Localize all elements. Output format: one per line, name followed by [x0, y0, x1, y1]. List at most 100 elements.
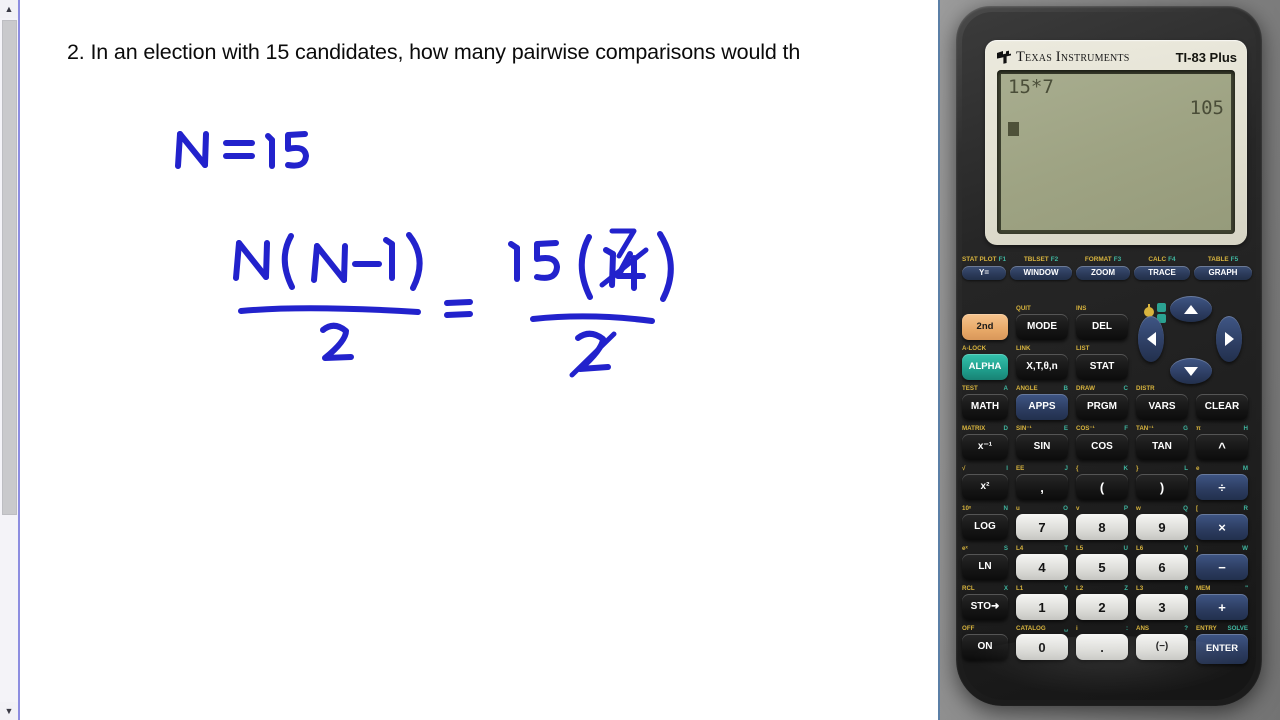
key-vars[interactable]: VARS: [1136, 394, 1188, 420]
key-log[interactable]: LOG: [962, 514, 1008, 540]
key-sin[interactable]: SIN: [1016, 434, 1068, 460]
handwriting-formula-numerator: [233, 232, 423, 291]
key-x[interactable]: x⁻¹: [962, 434, 1008, 460]
key-group-cos: COS⁻¹ F COS: [1076, 424, 1128, 460]
arrow-left-key[interactable]: [1138, 316, 1164, 362]
fkey-secondary-label: STAT PLOT F1: [962, 256, 1007, 263]
key-key[interactable]: ,: [1016, 474, 1068, 500]
key-mode[interactable]: MODE: [1016, 314, 1068, 340]
key-sto[interactable]: STO➜: [962, 594, 1008, 620]
calculator-screen[interactable]: 15*7 105: [1001, 74, 1231, 230]
key-enter[interactable]: ENTER: [1196, 634, 1248, 664]
key-secondary-label: L2 Z: [1076, 585, 1128, 592]
key-1[interactable]: 1: [1016, 594, 1068, 620]
key-secondary-label: ENTRY SOLVE: [1196, 625, 1248, 632]
key-9[interactable]: 9: [1136, 514, 1188, 540]
key-secondary-label: LIST: [1076, 345, 1090, 352]
key-secondary-label: L1 Y: [1016, 585, 1068, 592]
key-group-ln: eˣ S LN: [962, 544, 1008, 580]
key-3[interactable]: 3: [1136, 594, 1188, 620]
fkey-group-window: TBLSET F2 WINDOW: [1010, 256, 1072, 280]
scroll-up-icon[interactable]: ▲: [0, 0, 18, 18]
key-alpha[interactable]: ALPHA: [962, 354, 1008, 380]
key-secondary-label: {K: [1076, 465, 1128, 472]
key-stat[interactable]: STAT: [1076, 354, 1128, 380]
key-key[interactable]: −: [1196, 554, 1248, 580]
key-clear[interactable]: CLEAR: [1196, 394, 1248, 420]
fkey-secondary-label: TBLSET F2: [1023, 256, 1059, 263]
arrow-up-key[interactable]: [1170, 296, 1212, 322]
key-group-sin: SIN⁻¹ E SIN: [1016, 424, 1068, 460]
key-tan[interactable]: TAN: [1136, 434, 1188, 460]
key-secondary-label: MATRIX D: [962, 425, 1008, 432]
fkey-group-graph: TABLE F5 GRAPH: [1194, 256, 1252, 280]
fkey-button-graph[interactable]: GRAPH: [1194, 266, 1252, 280]
handwriting-given: [175, 131, 309, 169]
key-key[interactable]: ×: [1196, 514, 1248, 540]
key-ln[interactable]: LN: [962, 554, 1008, 580]
key-group-9: wQ 9: [1136, 504, 1188, 540]
key-key[interactable]: ÷: [1196, 474, 1248, 500]
screen-entry-line: 15*7: [1008, 76, 1054, 98]
key-group-3: L3 θ 3: [1136, 584, 1188, 620]
arrow-down-key[interactable]: [1170, 358, 1212, 384]
key-2[interactable]: 2: [1076, 594, 1128, 620]
key-group-del: INS DEL: [1076, 304, 1128, 340]
key-secondary-label: OFF: [962, 625, 975, 632]
key-on[interactable]: ON: [962, 634, 1008, 660]
key-secondary-label: TAN⁻¹ G: [1136, 425, 1188, 432]
key-group-key: MEM " +: [1196, 584, 1248, 620]
key-8[interactable]: 8: [1076, 514, 1128, 540]
handwriting-fraction-bar-left: [238, 305, 421, 315]
key-secondary-label: πH: [1196, 425, 1248, 432]
key-group-xtn: LINK X,T,θ,n: [1016, 344, 1068, 380]
key-math[interactable]: MATH: [962, 394, 1008, 420]
key-secondary-label: √ I: [962, 465, 1008, 472]
key-group-key: e M ÷: [1196, 464, 1248, 500]
key-key[interactable]: ): [1136, 474, 1188, 500]
key-5[interactable]: 5: [1076, 554, 1128, 580]
key-group-7: uO 7: [1016, 504, 1068, 540]
scroll-down-icon[interactable]: ▼: [0, 702, 18, 720]
key-6[interactable]: 6: [1136, 554, 1188, 580]
key-group-enter: ENTRY SOLVE ENTER: [1196, 624, 1248, 664]
key-key[interactable]: .: [1076, 634, 1128, 660]
key-group-key: ANS? (−): [1136, 624, 1188, 660]
key-4[interactable]: 4: [1016, 554, 1068, 580]
key-xtn[interactable]: X,T,θ,n: [1016, 354, 1068, 380]
arrow-right-key[interactable]: [1216, 316, 1242, 362]
fkey-button-trace[interactable]: TRACE: [1134, 266, 1190, 280]
document-scrollbar[interactable]: ▲ ▼: [0, 0, 20, 720]
key-group-alpha: A-LOCK ALPHA: [962, 344, 1008, 380]
texas-instruments-logo-icon: [995, 49, 1012, 66]
handwritten-work: [175, 131, 674, 378]
key-2nd[interactable]: 2nd: [962, 314, 1008, 340]
key-group-8: vP 8: [1076, 504, 1128, 540]
key-x[interactable]: x²: [962, 474, 1008, 500]
handwriting-equals: [444, 299, 473, 318]
key-apps[interactable]: APPS: [1016, 394, 1068, 420]
key-group-clear: CLEAR: [1196, 384, 1248, 420]
key-secondary-label: TEST A: [962, 385, 1008, 392]
fkey-button-y[interactable]: Y=: [962, 266, 1006, 280]
key-secondary-label: [R: [1196, 505, 1248, 512]
key-key[interactable]: +: [1196, 594, 1248, 620]
key-group-x: √ I x²: [962, 464, 1008, 500]
document-pane: 2. In an election with 15 candidates, ho…: [0, 0, 940, 720]
key-secondary-label: EE J: [1016, 465, 1068, 472]
key-del[interactable]: DEL: [1076, 314, 1128, 340]
key-prgm[interactable]: PRGM: [1076, 394, 1128, 420]
fkey-button-zoom[interactable]: ZOOM: [1076, 266, 1130, 280]
key-cos[interactable]: COS: [1076, 434, 1128, 460]
key-7[interactable]: 7: [1016, 514, 1068, 540]
key-key[interactable]: ^: [1196, 434, 1248, 460]
key-key[interactable]: (−): [1136, 634, 1188, 660]
key-key[interactable]: (: [1076, 474, 1128, 500]
key-0[interactable]: 0: [1016, 634, 1068, 660]
key-group-5: L5 U 5: [1076, 544, 1128, 580]
scrollbar-thumb[interactable]: [2, 20, 17, 515]
fkey-button-window[interactable]: WINDOW: [1010, 266, 1072, 280]
key-group-key: i:.: [1076, 624, 1128, 660]
key-secondary-label: L5 U: [1076, 545, 1128, 552]
key-group-x: MATRIX D x⁻¹: [962, 424, 1008, 460]
